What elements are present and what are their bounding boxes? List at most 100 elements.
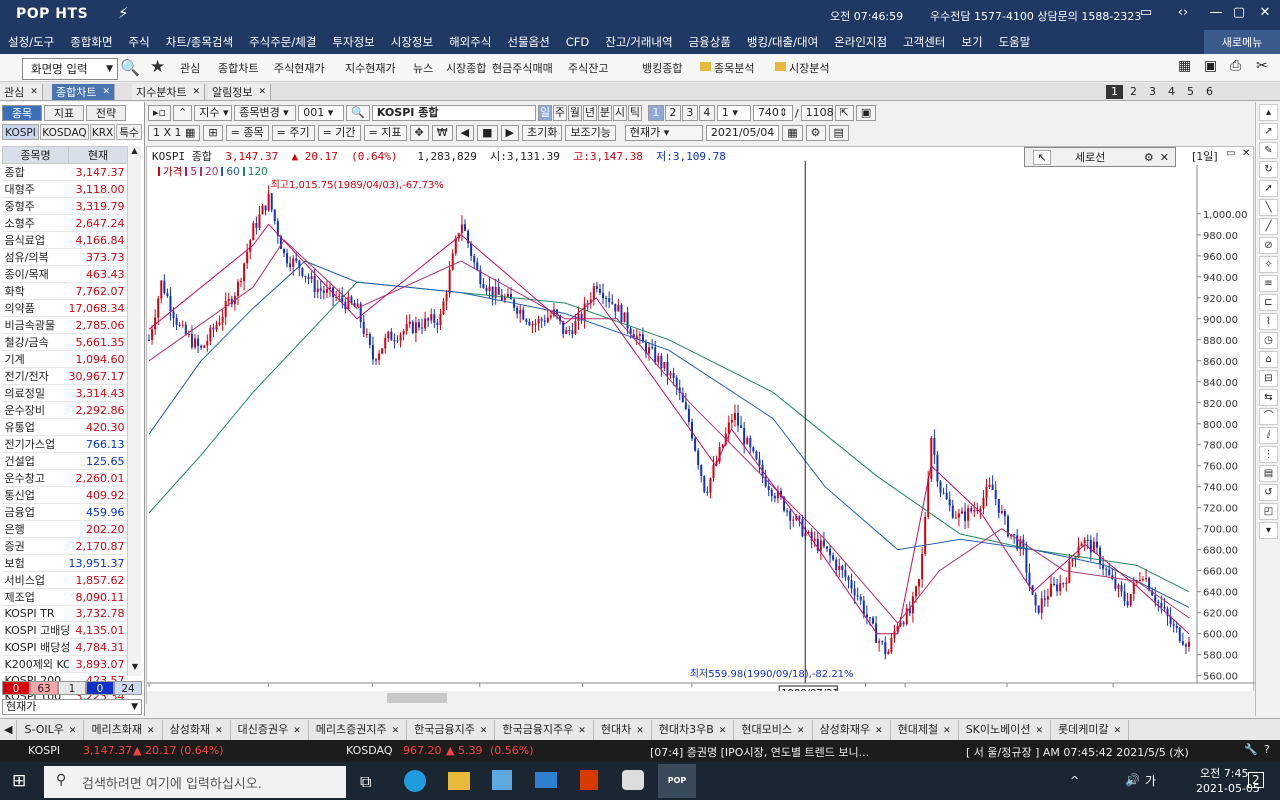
drawing-tool-icon[interactable]: ⊟	[1259, 370, 1278, 387]
stock-tab[interactable]: SK이노베이션 ✕	[959, 719, 1052, 740]
table-row[interactable]: 소형주 2,647.24	[2, 214, 128, 232]
config-button[interactable]: = 주기	[271, 125, 315, 141]
menu-item[interactable]: 종합화면	[62, 34, 120, 50]
table-row[interactable]: 비금속광물 2,785.06	[2, 316, 128, 334]
period-button[interactable]: 시	[612, 105, 627, 121]
left-tab[interactable]: 지표	[44, 105, 84, 121]
interval-button[interactable]: 4	[698, 105, 715, 121]
reset-button[interactable]: 초기화	[521, 125, 563, 141]
page-number[interactable]: 2	[1125, 85, 1142, 99]
close-icon[interactable]: ✕	[1254, 5, 1276, 25]
left-tab[interactable]: 종목	[2, 105, 42, 121]
tab-close-icon[interactable]: ✕	[636, 726, 644, 736]
calculator-icon[interactable]: ▦	[1178, 58, 1191, 74]
tab-close-icon[interactable]: ✕	[147, 726, 155, 736]
table-row[interactable]: 제조업 8,090.11	[2, 588, 128, 606]
forward-icon[interactable]: ▶	[500, 125, 519, 141]
market-tab[interactable]: 특수	[116, 124, 142, 140]
change-symbol-select[interactable]: 종목변경 ▾	[234, 105, 297, 121]
period-button[interactable]: 일	[537, 105, 552, 121]
drawing-tool-icon[interactable]: ⌂	[1259, 351, 1278, 368]
table-row[interactable]: 유통업 420.30	[2, 418, 128, 436]
settings-icon[interactable]: ⚙	[805, 125, 826, 141]
drawing-tool-icon[interactable]: ⊏	[1259, 294, 1278, 311]
drawing-tool-icon[interactable]: ⌒	[1259, 408, 1278, 425]
table-row[interactable]: 기계 1,094.60	[2, 350, 128, 368]
dropdown-icon[interactable]: ▼	[131, 700, 138, 714]
layout-ratio-button[interactable]: 1 X 1 ▦	[148, 125, 201, 141]
toolbar-item[interactable]: 종합차트	[218, 60, 258, 76]
office-icon[interactable]	[580, 770, 598, 790]
stock-tab[interactable]: 메리츠화재 ✕	[84, 719, 163, 740]
tab-close-icon[interactable]: ✕	[392, 726, 400, 736]
monitor-icon[interactable]: ▣	[1204, 58, 1217, 74]
tab-prev-icon[interactable]: ◀	[0, 719, 18, 740]
market-tab[interactable]: KOSDAQ	[40, 124, 89, 140]
tab-close-icon[interactable]: ✕	[797, 726, 805, 736]
minimize-icon[interactable]: —	[1205, 5, 1227, 25]
table-row[interactable]: 금융업 459.96	[2, 503, 128, 521]
table-row[interactable]: 운수창고 2,260.01	[2, 469, 128, 487]
table-row[interactable]: KOSPI 고배당 4,135.01	[2, 621, 128, 639]
menu-item[interactable]: 도움말	[991, 34, 1039, 50]
table-row[interactable]: 음식료업 4,166.84	[2, 231, 128, 249]
question-icon[interactable]: ?	[1264, 743, 1270, 756]
lang-indicator[interactable]: 가	[1145, 772, 1156, 789]
tab-close-icon[interactable]: ✕	[1114, 726, 1122, 736]
wrench-icon[interactable]: 🔧	[1244, 743, 1258, 756]
grid-icon[interactable]: ⊞	[203, 125, 223, 141]
calendar-icon[interactable]: ▦	[782, 125, 803, 141]
stock-tab[interactable]: 롯데케미칼 ✕	[1051, 719, 1130, 740]
menu-item[interactable]: 해외주식	[441, 34, 499, 50]
file-explorer-icon[interactable]	[448, 772, 470, 790]
date-input[interactable]: 2021/05/04	[705, 125, 780, 141]
table-row[interactable]: 증권 2,170.87	[2, 537, 128, 555]
table-row[interactable]: 화학 7,762.07	[2, 282, 128, 300]
drawing-tool-icon[interactable]: ⋮	[1259, 446, 1278, 463]
chart-scrollbar[interactable]	[147, 691, 1255, 705]
toolbar-item[interactable]: 주식현재가	[274, 60, 325, 76]
drawing-tool-icon[interactable]: ✧	[1259, 256, 1278, 273]
new-menu-button[interactable]: 새로메뉴	[1204, 30, 1280, 54]
page-number[interactable]: 5	[1182, 85, 1199, 99]
stock-tab[interactable]: 대신증권우 ✕	[231, 719, 309, 740]
print-icon[interactable]: ⎙	[1230, 58, 1241, 74]
restore-icon[interactable]: ▭	[1135, 5, 1157, 25]
toolbar-item[interactable]: 현금주식매매	[492, 60, 553, 76]
drawing-tool-icon[interactable]: ⊘	[1259, 237, 1278, 254]
window-close-icon[interactable]: ✕	[1242, 148, 1250, 159]
tab-close-icon[interactable]: ✕	[578, 726, 586, 736]
drawing-tool-icon[interactable]: ▤	[1259, 465, 1278, 482]
period-button[interactable]: 월	[567, 105, 582, 121]
table-row[interactable]: 철강/금속 5,661.35	[2, 333, 128, 351]
mail-icon[interactable]	[535, 772, 557, 788]
table-row[interactable]: 보험 13,951.37	[2, 554, 128, 572]
code-input[interactable]: 001 ▾	[298, 105, 345, 121]
drawing-tool-icon[interactable]: ╲	[1259, 199, 1278, 216]
tab-close-icon[interactable]: ✕	[875, 726, 883, 736]
menu-item[interactable]: 온라인지점	[826, 34, 895, 50]
period-button[interactable]: 년	[582, 105, 597, 121]
window-tab[interactable]: 지수분차트 ✕	[132, 84, 206, 100]
stock-tab[interactable]: 현대모비스 ✕	[734, 719, 813, 740]
drawing-tool-icon[interactable]: ➚	[1259, 180, 1278, 197]
won-icon[interactable]: ₩	[431, 125, 453, 141]
tab-close-icon[interactable]: ✕	[293, 726, 301, 736]
menu-item[interactable]: 고객센터	[895, 34, 953, 50]
task-view-icon[interactable]: ⧉	[360, 772, 371, 792]
stock-tab[interactable]: 삼성화재우 ✕	[813, 719, 891, 740]
menu-item[interactable]: CFD	[558, 35, 598, 49]
toolbar-item[interactable]: 시장종합	[446, 60, 486, 76]
config-button[interactable]: = 지표	[363, 125, 407, 141]
interval-select[interactable]: 1 ▾	[716, 105, 751, 121]
page-number[interactable]: 1	[1106, 85, 1123, 99]
tab-close-icon[interactable]: ✕	[943, 726, 951, 736]
menu-item[interactable]: 금융상품	[681, 34, 739, 50]
table-row[interactable]: K200제외 KO 3,893.07	[2, 655, 128, 673]
interval-button[interactable]: 1	[647, 105, 664, 121]
tab-close-icon[interactable]: ✕	[193, 87, 201, 97]
stock-tab[interactable]: 현대차 ✕	[594, 719, 652, 740]
screen-name-input[interactable]: 화면명 입력 ▼	[22, 58, 118, 80]
close-icon[interactable]: ✕	[1160, 151, 1169, 164]
tab-close-icon[interactable]: ✕	[30, 87, 38, 97]
